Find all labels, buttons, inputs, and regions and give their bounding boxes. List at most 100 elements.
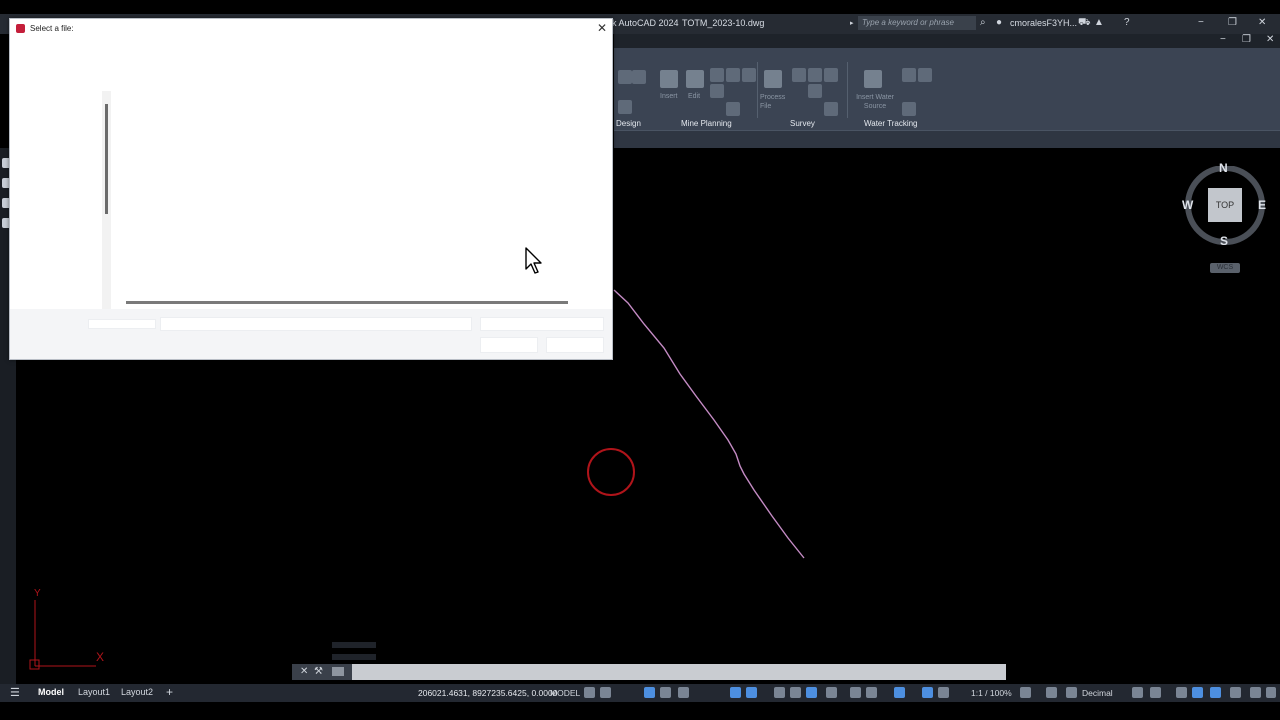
file-name-input[interactable] [160,317,472,331]
annotation-visibility-icon[interactable] [922,687,933,698]
add-layout-button[interactable]: + [166,685,173,699]
status-bar: ☰ Model Layout1 Layout2 + 206021.4631, 8… [0,684,1280,702]
annotation-scale[interactable]: 1:1 / 100% [971,688,1012,698]
compass-south[interactable]: S [1220,234,1228,248]
panel-water-tracking-label[interactable]: Water Tracking [864,119,918,128]
clean-screen-icon[interactable] [1210,687,1221,698]
snap-icon[interactable] [600,687,611,698]
polyline-entity[interactable] [613,289,805,559]
model-space-button[interactable]: MODEL [550,688,580,698]
design-tool-icon[interactable] [618,100,632,114]
cancel-button[interactable] [546,337,604,353]
panel-survey-label[interactable]: Survey [790,119,815,128]
units-select[interactable]: Decimal [1082,688,1113,698]
gizmo-icon[interactable] [894,687,905,698]
help-icon[interactable]: ? [1124,17,1130,28]
command-line-input[interactable] [292,664,1006,680]
quick-properties-icon[interactable] [1132,687,1143,698]
3dosnap-icon[interactable] [826,687,837,698]
selection-cycling-icon[interactable] [806,687,817,698]
compass-east[interactable]: E [1258,198,1266,212]
viewcube[interactable]: N S E W TOP [1182,161,1268,252]
insert-icon[interactable] [660,70,678,88]
design-tool-icon[interactable] [618,70,632,84]
close-icon[interactable]: ✕ [300,666,308,677]
water-tool-icon[interactable] [902,102,916,116]
lock-ui-icon[interactable] [1150,687,1161,698]
survey-tool-icon[interactable] [824,68,838,82]
circle-entity[interactable] [587,448,635,496]
viewcube-top-face[interactable]: TOP [1208,188,1242,222]
horizontal-scrollbar[interactable] [126,301,568,304]
wrench-icon[interactable]: ⚒ [314,666,323,677]
lineweight-icon[interactable] [774,687,785,698]
user-icon[interactable]: ● [996,17,1002,28]
compass-west[interactable]: W [1182,198,1193,212]
water-tool-icon[interactable] [902,68,916,82]
autoscale-icon[interactable] [938,687,949,698]
command-line-tools: ✕ ⚒ [292,664,352,680]
customization-icon[interactable] [1266,687,1276,698]
mine-tool-icon[interactable] [742,68,756,82]
polar-icon[interactable] [660,687,671,698]
select-file-dialog[interactable]: Select a file: ✕ [9,18,613,360]
maximize-button[interactable]: ❐ [1228,17,1237,28]
panel-mine-planning-label[interactable]: Mine Planning [681,119,732,128]
file-type-select[interactable] [480,317,604,331]
app-icon [16,24,25,33]
mine-tool-icon[interactable] [710,84,724,98]
insert-label: Insert [660,93,678,100]
menu-icon[interactable]: ☰ [10,686,20,699]
doc-minimize-button[interactable]: − [1220,34,1226,45]
otrack-icon[interactable] [746,687,757,698]
transparency-icon[interactable] [790,687,801,698]
edit-icon[interactable] [686,70,704,88]
doc-restore-button[interactable]: ❐ [1242,34,1251,45]
water-tool-icon[interactable] [918,68,932,82]
dynamic-ucs-icon[interactable] [850,687,861,698]
survey-tool-icon[interactable] [824,102,838,116]
survey-tool-icon[interactable] [792,68,806,82]
units-icon[interactable] [1066,687,1077,698]
fullscreen-icon[interactable] [1250,687,1261,698]
search-expand-icon[interactable]: ▸ [850,19,854,27]
cart-icon[interactable]: ⛟ [1078,17,1091,30]
survey-tool-icon[interactable] [808,68,822,82]
mine-tool-icon[interactable] [726,68,740,82]
process-file-icon[interactable] [764,70,782,88]
isodraft-icon[interactable] [678,687,689,698]
survey-tool-icon[interactable] [808,84,822,98]
water-source-icon[interactable] [864,70,882,88]
ortho-icon[interactable] [644,687,655,698]
user-name[interactable]: cmoralesF3YH... [1010,18,1077,28]
autodesk-icon[interactable]: ▲ [1094,17,1104,28]
annotation-monitor-icon[interactable] [1046,687,1057,698]
dialog-footer [10,309,612,359]
selection-filter-icon[interactable] [866,687,877,698]
doc-close-button[interactable]: ✕ [1266,34,1274,45]
search-input[interactable]: Type a keyword or phrase [858,16,976,30]
search-icon[interactable]: ⌕ [980,17,986,28]
tab-layout2[interactable]: Layout2 [121,687,153,697]
wcs-menu[interactable]: WCS [1210,263,1240,273]
isolate-objects-icon[interactable] [1176,687,1187,698]
close-button[interactable]: ✕ [1258,17,1266,28]
grid-icon[interactable] [584,687,595,698]
ucs-y-label: Y [34,588,41,599]
design-tool-icon[interactable] [632,70,646,84]
performance-icon[interactable] [1230,687,1241,698]
mine-tool-icon[interactable] [726,102,740,116]
tab-model[interactable]: Model [38,687,64,697]
compass-north[interactable]: N [1219,161,1228,175]
vertical-scrollbar-thumb[interactable] [105,104,108,214]
osnap-icon[interactable] [730,687,741,698]
workspace-gear-icon[interactable] [1020,687,1031,698]
mine-tool-icon[interactable] [710,68,724,82]
open-button[interactable] [480,337,538,353]
command-history-icon[interactable] [332,667,344,676]
hardware-acceleration-icon[interactable] [1192,687,1203,698]
panel-design-label[interactable]: Design [616,119,641,128]
tab-layout1[interactable]: Layout1 [78,687,110,697]
minimize-button[interactable]: − [1198,17,1204,28]
dialog-close-button[interactable]: ✕ [597,21,607,35]
